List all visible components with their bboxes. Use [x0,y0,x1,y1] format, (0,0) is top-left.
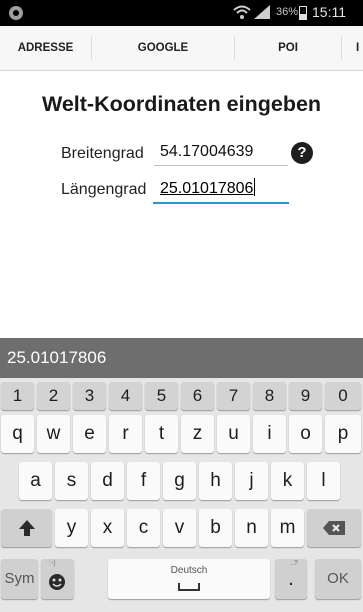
help-icon[interactable]: ? [291,142,313,164]
shift-key[interactable] [1,509,52,547]
key-7[interactable]: 7 [217,382,250,410]
key-8[interactable]: 8 [253,382,286,410]
key-k[interactable]: k [271,462,304,500]
suggestion-bar: 25.01017806 [0,338,363,378]
keyboard: 1 2 3 4 5 6 7 8 9 0 q w e r t z u i o p … [0,378,363,612]
emoji-key[interactable]: :-) [41,559,74,599]
suggestion-text[interactable]: 25.01017806 [7,348,106,368]
tab-poi[interactable]: POI [235,26,341,70]
emoji-hint: :-) [49,560,56,567]
key-4[interactable]: 4 [109,382,142,410]
key-c[interactable]: c [127,509,160,547]
key-z[interactable]: z [181,415,214,453]
key-w[interactable]: w [37,415,70,453]
key-l[interactable]: l [307,462,340,500]
period-hint: ..? [290,560,298,567]
key-s[interactable]: s [55,462,88,500]
key-n[interactable]: n [235,509,268,547]
key-i[interactable]: i [253,415,286,453]
longitude-value: 25.01017806 [160,180,254,197]
text-caret [254,178,256,196]
key-j[interactable]: j [235,462,268,500]
key-b[interactable]: b [199,509,232,547]
key-m[interactable]: m [271,509,304,547]
emoji-icon [49,574,65,590]
space-language-label: Deutsch [170,565,208,576]
key-f[interactable]: f [127,462,160,500]
key-9[interactable]: 9 [289,382,322,410]
battery-icon [299,6,307,20]
key-0[interactable]: 0 [325,382,361,410]
key-a[interactable]: a [19,462,52,500]
key-2[interactable]: 2 [37,382,70,410]
key-p[interactable]: p [325,415,361,453]
key-e[interactable]: e [73,415,106,453]
longitude-label: Längengrad [61,181,147,198]
sym-key[interactable]: Sym [1,559,38,599]
status-bar: 36% 15:11 [0,0,363,26]
period-label: . [288,568,294,590]
latitude-input[interactable]: 54.17004639 [154,141,288,166]
latitude-value: 54.17004639 [160,143,254,160]
shift-icon [19,520,35,536]
key-q[interactable]: q [1,415,34,453]
key-v[interactable]: v [163,509,196,547]
space-key[interactable]: Deutsch [108,559,270,599]
clock: 15:11 [312,4,346,20]
ok-key[interactable]: OK [315,559,361,599]
key-x[interactable]: x [91,509,124,547]
key-t[interactable]: t [145,415,178,453]
period-key[interactable]: ..? . [275,559,307,599]
page-title: Welt-Koordinaten eingeben [41,92,322,116]
key-1[interactable]: 1 [1,382,34,410]
key-5[interactable]: 5 [145,382,178,410]
longitude-input[interactable]: 25.01017806 [153,178,289,204]
backspace-key[interactable] [307,509,361,547]
backspace-icon [323,521,345,535]
key-r[interactable]: r [109,415,142,453]
tab-adresse[interactable]: ADRESSE [0,26,91,70]
key-d[interactable]: d [91,462,124,500]
key-6[interactable]: 6 [181,382,214,410]
app-icon [9,6,23,20]
latitude-label: Breitengrad [61,145,144,162]
key-g[interactable]: g [163,462,196,500]
signal-icon [254,5,270,19]
battery-percentage: 36% [276,6,299,18]
key-u[interactable]: u [217,415,250,453]
tab-next-partial[interactable]: I [342,26,363,70]
key-y[interactable]: y [55,509,88,547]
key-o[interactable]: o [289,415,322,453]
space-icon [178,583,200,591]
key-h[interactable]: h [199,462,232,500]
tab-google[interactable]: GOOGLE [92,26,234,70]
key-3[interactable]: 3 [73,382,106,410]
wifi-icon [233,5,251,19]
tab-bar: ADRESSE GOOGLE POI I [0,26,363,71]
